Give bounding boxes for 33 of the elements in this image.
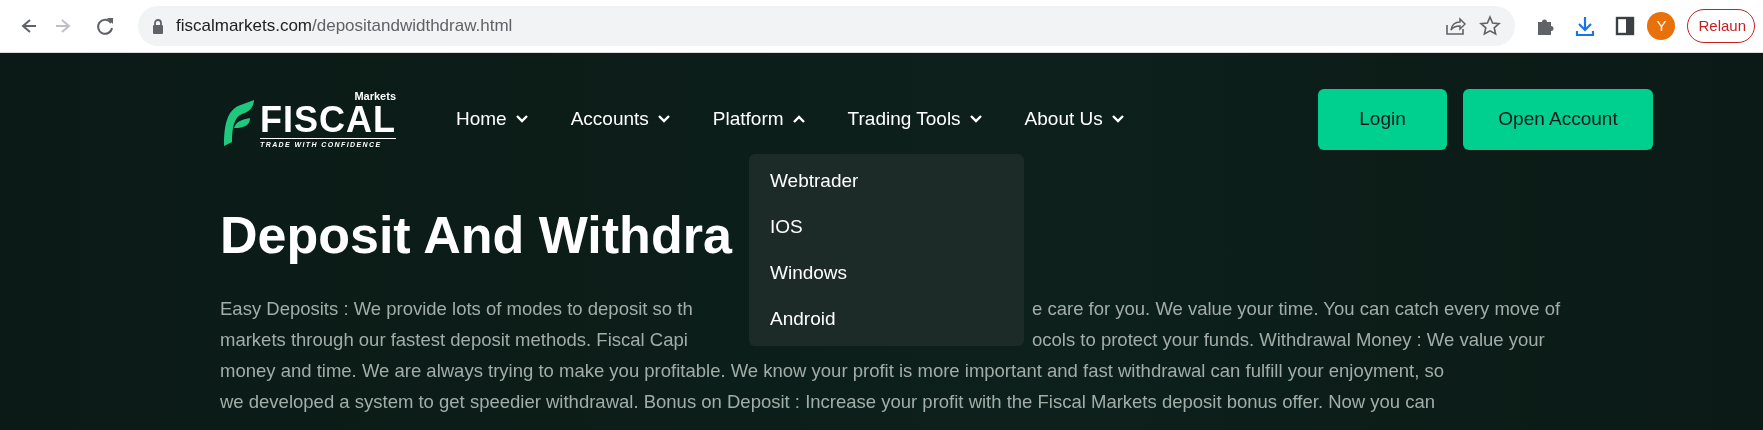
paragraph-text: e care for you. We value your time. You can catch every move of: [1032, 297, 1561, 321]
chevron-down-icon: [656, 114, 671, 124]
login-button[interactable]: Login: [1318, 88, 1447, 150]
lock-icon: [152, 18, 164, 34]
sidebar-icon[interactable]: [1614, 15, 1637, 37]
dropdown-item[interactable]: IOS: [749, 204, 1024, 250]
dropdown-item[interactable]: Webtrader: [749, 158, 1024, 204]
address-bar[interactable]: fiscalmarkets.com/depositandwidthdraw.html: [138, 6, 1516, 46]
paragraph-text: ocols to protect your funds. Withdrawal Money : We value your: [1032, 328, 1545, 352]
nav-menu-item[interactable]: Trading Tools: [847, 104, 983, 134]
chevron-down-icon: [1110, 114, 1125, 124]
paragraph-text: we developed a system to get speedier withdrawal. Bonus on Deposit : Increase your profit with the Fiscal Markets deposit bonus offer. Now you can: [220, 390, 1436, 414]
download-icon[interactable]: [1574, 15, 1597, 37]
relaunch-button[interactable]: Relaun: [1687, 9, 1755, 43]
paragraph-text: Easy Deposits : We provide lots of modes to deposit so th: [220, 297, 694, 321]
page-heading: Deposit And Withdra: [220, 205, 732, 266]
nav-menu-item[interactable]: About Us: [1024, 104, 1125, 134]
logo-text: FISCAL: [260, 101, 396, 138]
nav-menu-item[interactable]: Platform: [712, 104, 806, 134]
chevron-down-icon: [514, 114, 529, 124]
nav-menu-item[interactable]: Accounts: [570, 104, 671, 134]
chevron-up-icon: [791, 114, 806, 124]
url-text: fiscalmarkets.com/depositandwidthdraw.html: [176, 15, 513, 38]
logo-text: Markets: [354, 90, 396, 102]
star-icon[interactable]: [1479, 15, 1502, 37]
open-account-button[interactable]: Open Account: [1463, 88, 1653, 150]
paragraph-text: markets through our fastest deposit methods. Fiscal Capi: [220, 328, 689, 352]
chevron-down-icon: [968, 114, 983, 124]
paragraph-text: money and time. We are always trying to make you profitable. We know your profit is more important and fast withdrawal can fulfill your enjoyment, so: [220, 359, 1444, 383]
dropdown-item[interactable]: Android: [749, 296, 1024, 342]
share-icon[interactable]: [1445, 16, 1468, 36]
dropdown-item[interactable]: Windows: [749, 250, 1024, 296]
nav-menu-item[interactable]: Home: [456, 104, 529, 134]
